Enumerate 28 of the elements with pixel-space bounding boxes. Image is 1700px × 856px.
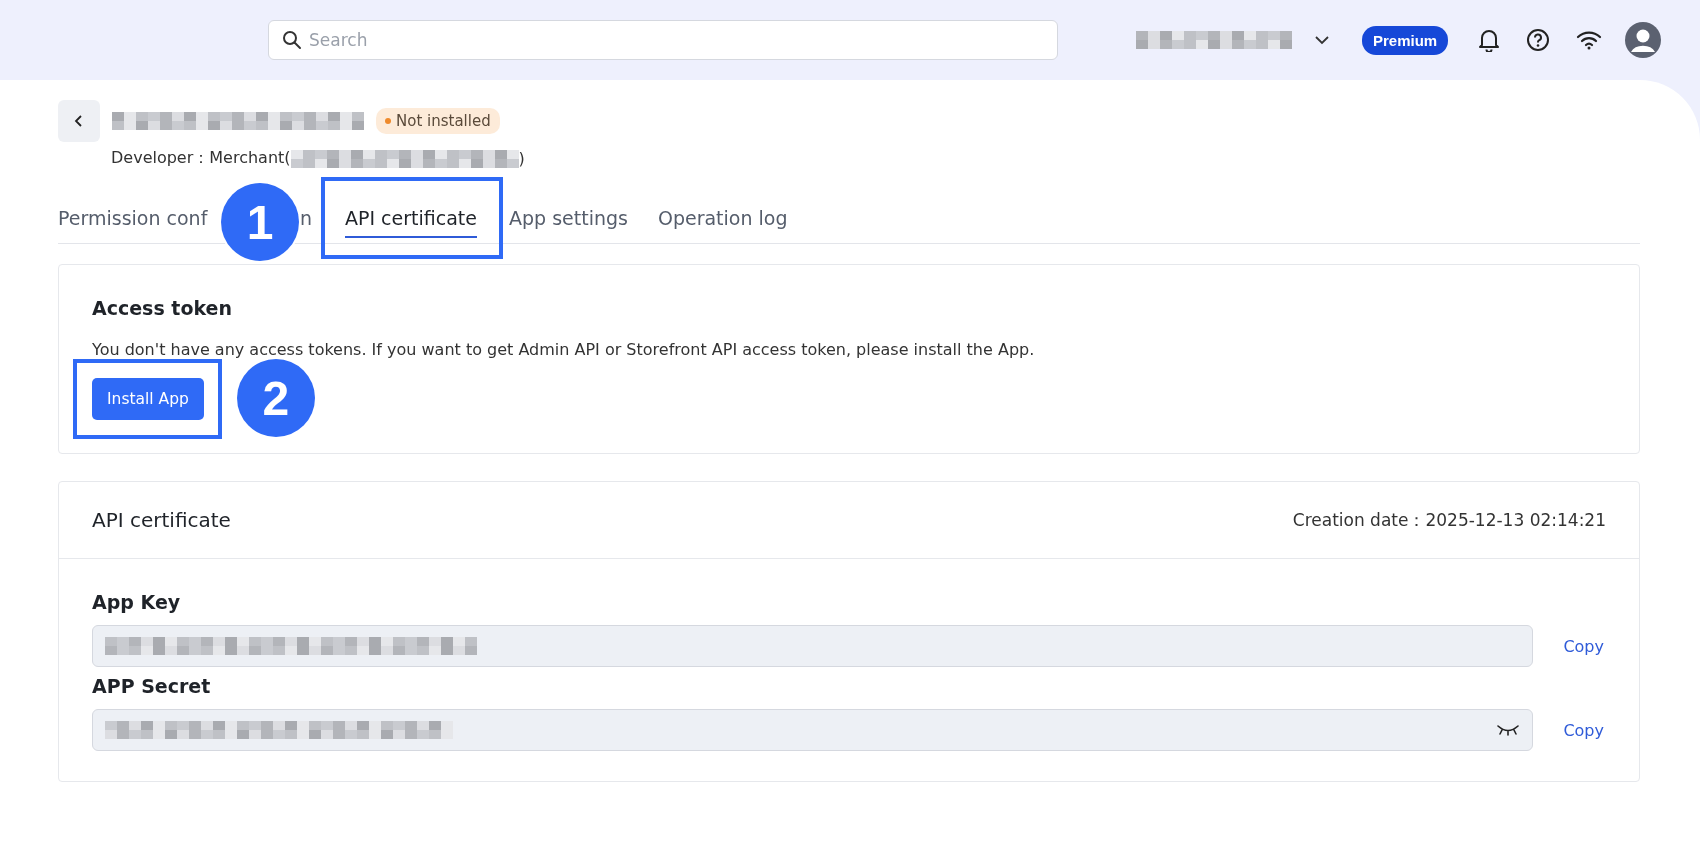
step-number-badge: 1 — [221, 183, 299, 261]
copy-link[interactable]: Copy — [1563, 720, 1604, 740]
eye-closed-icon[interactable] — [1496, 724, 1521, 736]
developer-label: ) — [518, 149, 525, 168]
help-icon[interactable] — [1526, 28, 1551, 52]
copy-link[interactable]: Copy — [1563, 636, 1604, 656]
step-number-badge: 2 — [236, 359, 315, 437]
chevron-left-icon — [74, 114, 84, 128]
creation-date: Creation date：2025-12-13 02:14:21 — [1292, 508, 1606, 532]
read-only-field[interactable] — [92, 625, 1534, 667]
search-field[interactable]: Search — [268, 20, 1058, 60]
read-only-field[interactable] — [92, 709, 1534, 751]
avatar-icon[interactable] — [1624, 21, 1663, 59]
section-title: Access token — [92, 297, 234, 319]
developer-label: Developer：Merchant( — [111, 148, 291, 169]
tab[interactable]: App settings — [509, 207, 628, 243]
field-label: App Key — [92, 591, 182, 613]
section-title: API certificate — [92, 508, 231, 532]
tab[interactable]: Operation log — [657, 207, 788, 243]
tab[interactable]: API certificate — [345, 207, 477, 243]
info-message: You don't have any access tokens. If you want to get Admin API or Storefront API access token, please install the App. — [92, 340, 1036, 359]
bell-icon[interactable] — [1478, 28, 1501, 52]
install-app-button[interactable]: Install App — [92, 378, 204, 420]
field-label: APP Secret — [92, 675, 212, 697]
chevron-down-icon[interactable] — [1314, 35, 1330, 45]
wifi-icon[interactable] — [1576, 30, 1603, 50]
status-badge: Not installed — [376, 108, 500, 134]
plan-badge: Premium — [1362, 25, 1449, 55]
